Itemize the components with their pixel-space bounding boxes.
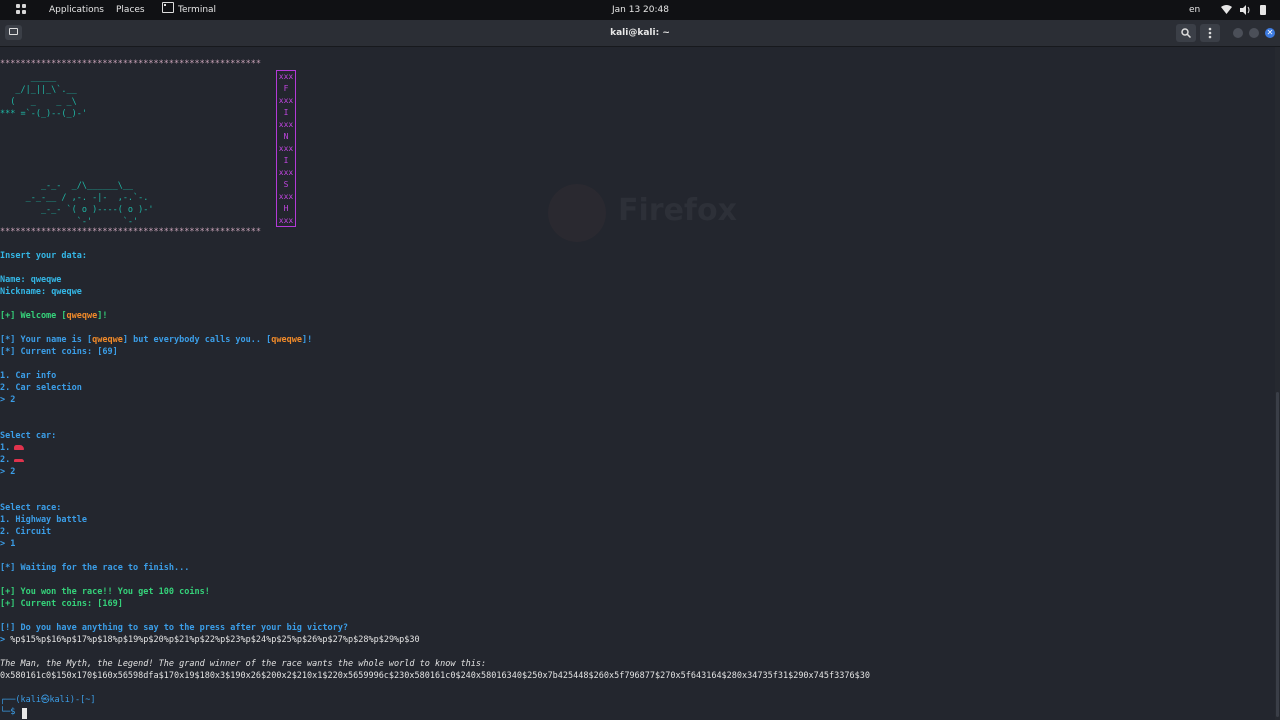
ascii-car-2-line2: _-_-__ / ,-. -|- ,-.`-. bbox=[0, 193, 149, 203]
your-name-line: [*] Your name is [qweqwe] but everybody … bbox=[0, 334, 312, 346]
search-button[interactable] bbox=[1176, 24, 1196, 42]
window-title: kali@kali: ~ bbox=[610, 28, 670, 38]
menu-car-info: 1. Car info bbox=[0, 371, 57, 381]
firefox-ghost-text: Firefox bbox=[618, 193, 737, 228]
car-option-2-label: 2. bbox=[0, 455, 11, 465]
name-value: qweqwe bbox=[30, 275, 62, 285]
menu-car-selection: 2. Car selection bbox=[0, 383, 82, 393]
ascii-car-1-line4: *** =`-(_)--(_)-' bbox=[0, 109, 87, 119]
places-menu[interactable]: Places bbox=[116, 0, 145, 20]
search-icon bbox=[1181, 28, 1192, 39]
car-icon bbox=[14, 459, 25, 462]
ascii-car-1-line3: ( _ _ _\ bbox=[0, 97, 77, 107]
car-option-1-label: 1. bbox=[0, 443, 11, 453]
applications-menu[interactable]: Applications bbox=[49, 0, 104, 20]
terminal-icon bbox=[162, 2, 174, 13]
finish-text-8: xxx bbox=[278, 168, 294, 177]
terminal-output[interactable]: Firefox ********************************… bbox=[0, 47, 1280, 720]
press-prompt: > bbox=[0, 635, 11, 645]
scrollbar[interactable] bbox=[1275, 47, 1280, 720]
finish-text-1: F bbox=[283, 84, 289, 93]
finish-text-5: N bbox=[283, 132, 289, 141]
volume-icon[interactable] bbox=[1240, 5, 1251, 15]
press-question-line: [!] Do you have anything to say to the p… bbox=[0, 623, 348, 633]
terminal-app-label: Terminal bbox=[178, 5, 217, 15]
star-border-bottom: ****************************************… bbox=[0, 227, 261, 237]
top-panel: Applications Places Terminal Jan 13 20:4… bbox=[0, 0, 1280, 20]
race-option-1: 1. Highway battle bbox=[0, 515, 87, 525]
your-name-suffix: ]! bbox=[301, 335, 313, 345]
car-option-2: 2. bbox=[0, 454, 25, 466]
race-option-2: 2. Circuit bbox=[0, 527, 52, 537]
ascii-car-1-line1: _____ bbox=[0, 73, 57, 83]
firefox-ghost-logo bbox=[548, 184, 606, 242]
leaked-stack-line: 0x580161c0$150x170$160x56598dfa$170x19$1… bbox=[0, 671, 870, 681]
menu-button[interactable] bbox=[1200, 24, 1220, 42]
ascii-car-2-line3: _-_- `( o )----( o )-' bbox=[0, 205, 154, 215]
welcome-suffix: ]! bbox=[97, 311, 108, 321]
your-nick-value: qweqwe bbox=[271, 335, 302, 345]
ascii-car-1-line2: _/|_||_\`.__ bbox=[0, 85, 77, 95]
shell-prompt-line2[interactable]: └─$ bbox=[0, 706, 20, 718]
battery-icon[interactable] bbox=[1260, 5, 1266, 15]
close-button[interactable]: ✕ bbox=[1265, 28, 1275, 38]
won-line: [+] You won the race!! You get 100 coins… bbox=[0, 587, 210, 597]
finish-text-2: xxx bbox=[278, 96, 294, 105]
finish-text-7: I bbox=[283, 156, 289, 165]
finish-text-10: xxx bbox=[278, 192, 294, 201]
scrollbar-thumb[interactable] bbox=[1276, 392, 1279, 717]
menu-choice: > 2 bbox=[0, 395, 16, 405]
apps-grid-icon[interactable] bbox=[16, 4, 27, 15]
format-string-payload: %p$15%p$16%p$17%p$18%p$19%p$20%p$21%p$22… bbox=[10, 635, 420, 645]
close-icon: ✕ bbox=[1266, 28, 1274, 37]
finish-text-6: xxx bbox=[278, 144, 294, 153]
wifi-icon[interactable] bbox=[1221, 5, 1232, 14]
welcome-line: [+] Welcome [qweqwe]! bbox=[0, 310, 108, 322]
nickname-value: qweqwe bbox=[51, 287, 82, 297]
maximize-button[interactable] bbox=[1249, 28, 1259, 38]
welcome-name: qweqwe bbox=[66, 311, 98, 321]
ascii-car-2-line1: _-_- _/\______\__ bbox=[0, 181, 134, 191]
coins-after-line: [+] Current coins: [169] bbox=[0, 599, 123, 609]
your-name-middle: ] but everybody calls you.. [ bbox=[122, 335, 272, 345]
select-car-line: Select car: bbox=[0, 431, 57, 441]
car-option-1: 1. bbox=[0, 442, 25, 454]
name-label: Name: bbox=[0, 275, 31, 285]
select-race-line: Select race: bbox=[0, 503, 62, 513]
your-name-prefix: [*] Your name is [ bbox=[0, 335, 93, 345]
waiting-line: [*] Waiting for the race to finish... bbox=[0, 563, 190, 573]
nickname-label: Nickname: bbox=[0, 287, 52, 297]
terminal-app-menu[interactable]: Terminal bbox=[162, 0, 216, 20]
shell-prompt-line1: ┌──(kali㉿kali)-[~] bbox=[0, 695, 96, 705]
keyboard-layout[interactable]: en bbox=[1189, 0, 1200, 20]
finish-text-9: S bbox=[283, 180, 289, 189]
minimize-button[interactable] bbox=[1233, 28, 1243, 38]
menu-icon bbox=[1208, 27, 1212, 39]
finish-text-3: I bbox=[283, 108, 289, 117]
car-choice: > 2 bbox=[0, 467, 16, 477]
finish-text-4: xxx bbox=[278, 120, 294, 129]
race-choice: > 1 bbox=[0, 539, 16, 549]
star-border-top: ****************************************… bbox=[0, 59, 261, 69]
press-input-line: > %p$15%p$16%p$17%p$18%p$19%p$20%p$21%p$… bbox=[0, 634, 420, 646]
name-line: Name: qweqwe bbox=[0, 274, 61, 286]
insert-data-line: Insert your data: bbox=[0, 251, 87, 261]
welcome-prefix: [+] Welcome [ bbox=[0, 311, 67, 321]
finish-text-0: xxx bbox=[278, 72, 294, 81]
car-icon bbox=[14, 445, 25, 450]
terminal-headerbar: kali@kali: ~ ✕ bbox=[0, 20, 1280, 47]
your-name-value: qweqwe bbox=[92, 335, 123, 345]
current-coins-line: [*] Current coins: [69] bbox=[0, 347, 118, 357]
finish-text-12: xxx bbox=[278, 216, 294, 225]
finish-text-11: H bbox=[283, 204, 289, 213]
nickname-line: Nickname: qweqwe bbox=[0, 286, 82, 298]
winner-message-line: The Man, the Myth, the Legend! The grand… bbox=[0, 659, 487, 669]
clock[interactable]: Jan 13 20:48 bbox=[612, 0, 669, 20]
terminal-cursor bbox=[22, 708, 27, 719]
